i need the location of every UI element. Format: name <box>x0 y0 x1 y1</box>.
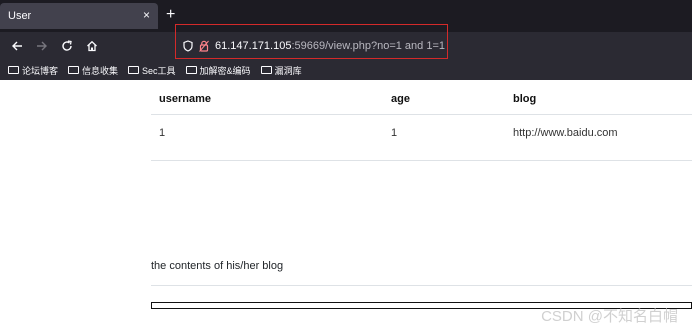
close-tab-icon[interactable]: × <box>143 8 150 22</box>
bookmarks-bar: 论坛博客 信息收集 Sec工具 加解密&编码 漏洞库 <box>0 60 692 80</box>
table-row: 1 1 http://www.baidu.com <box>151 115 692 161</box>
blog-contents-heading: the contents of his/her blog <box>151 260 284 272</box>
folder-icon <box>8 66 19 74</box>
page-content: username age blog 1 1 http://www.baidu.c… <box>0 80 692 334</box>
cell-blog: http://www.baidu.com <box>513 127 618 139</box>
divider <box>151 285 692 286</box>
bookmark-label: 论坛博客 <box>22 65 59 76</box>
forward-arrow-icon <box>37 41 47 51</box>
bookmark-label: 加解密&编码 <box>199 65 251 76</box>
folder-icon <box>185 66 197 74</box>
home-icon <box>87 40 97 52</box>
cell-age: 1 <box>391 127 398 139</box>
bookmark-folder-forum[interactable]: 论坛博客 <box>8 64 58 77</box>
bookmark-folder-info[interactable]: 信息收集 <box>68 64 118 77</box>
reload-button[interactable] <box>58 37 76 55</box>
tab-user[interactable]: User × <box>0 3 158 29</box>
watermark: CSDN @不知名白帽 <box>541 308 678 325</box>
column-header-age: age <box>391 93 410 105</box>
folder-icon <box>68 66 80 74</box>
bookmark-label: 信息收集 <box>82 65 119 76</box>
cell-username: 1 <box>159 127 166 139</box>
folder-icon <box>128 66 140 74</box>
url-highlight-box <box>175 24 448 59</box>
bookmark-label: Sec工具 <box>142 65 176 76</box>
back-arrow-icon <box>12 41 22 51</box>
tab-title: User <box>8 10 32 22</box>
forward-button[interactable] <box>33 37 51 55</box>
new-tab-button[interactable]: + <box>166 5 175 25</box>
folder-icon <box>260 66 272 74</box>
bookmark-folder-sec-tools[interactable]: Sec工具 <box>128 64 176 77</box>
browser-window: User × + 61.147.171.105:59669/view.php?n… <box>0 0 692 334</box>
column-header-blog: blog <box>513 93 537 105</box>
column-header-username: username <box>159 93 211 105</box>
bookmark-folder-vuln[interactable]: 漏洞库 <box>260 64 302 77</box>
reload-icon <box>62 40 72 51</box>
bookmark-label: 漏洞库 <box>274 65 302 76</box>
home-button[interactable] <box>83 37 101 55</box>
bookmark-folder-crypto[interactable]: 加解密&编码 <box>185 64 251 77</box>
user-table: username age blog 1 1 http://www.baidu.c… <box>151 80 692 161</box>
back-button[interactable] <box>8 37 26 55</box>
table-header-row: username age blog <box>151 80 692 115</box>
